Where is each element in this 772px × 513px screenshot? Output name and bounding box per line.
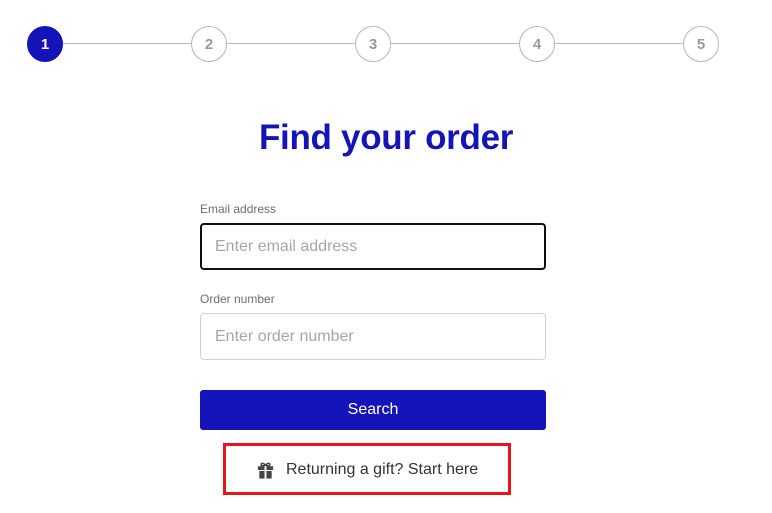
returning-gift-link[interactable]: Returning a gift? Start here (256, 458, 478, 482)
step-3: 3 (355, 26, 391, 62)
step-connector (391, 43, 519, 44)
step-1: 1 (27, 26, 63, 62)
step-5: 5 (683, 26, 719, 62)
step-4: 4 (519, 26, 555, 62)
search-button[interactable]: Search (200, 390, 546, 430)
progress-stepper: 1 2 3 4 5 (0, 0, 772, 90)
step-connector (63, 43, 191, 44)
page-title: Find your order (258, 118, 514, 157)
order-number-input[interactable] (200, 313, 546, 360)
email-label: Email address (200, 202, 277, 216)
step-connector (555, 43, 683, 44)
step-2: 2 (191, 26, 227, 62)
returning-gift-label: Returning a gift? Start here (286, 461, 479, 478)
step-connector (227, 43, 355, 44)
email-input[interactable] (200, 223, 546, 270)
order-number-label: Order number (200, 292, 275, 306)
gift-icon (257, 462, 274, 479)
